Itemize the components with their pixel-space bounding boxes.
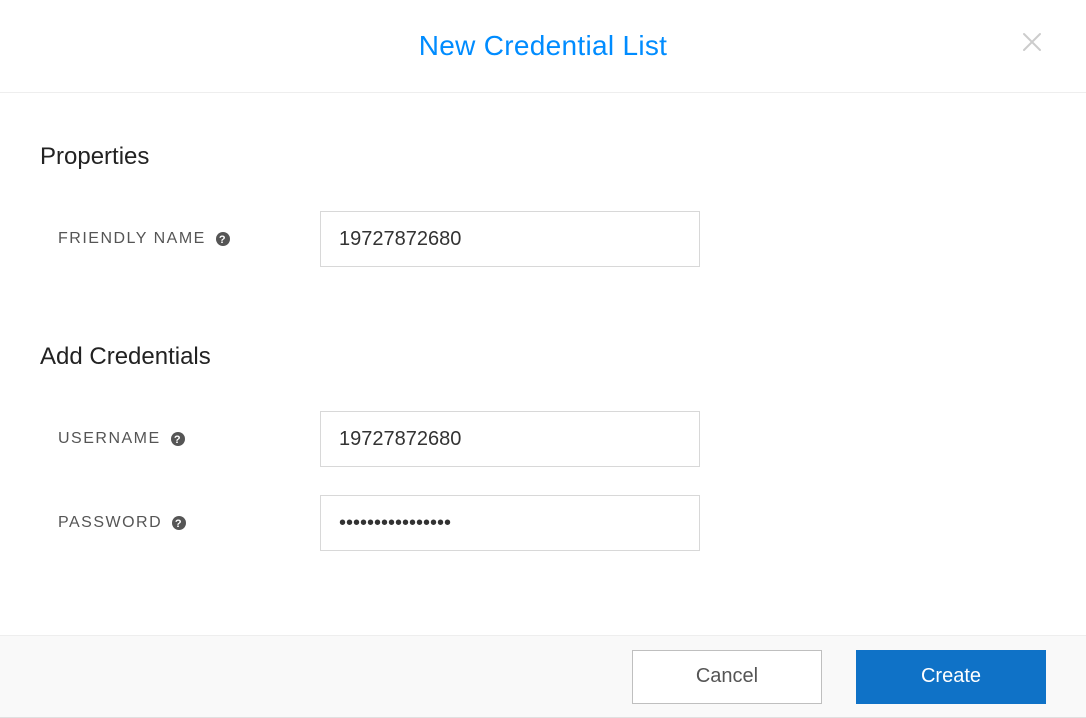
modal-footer: Cancel Create — [0, 635, 1086, 717]
question-circle-icon: ? — [170, 431, 186, 447]
modal-title: New Credential List — [419, 30, 667, 62]
password-input[interactable] — [320, 495, 700, 551]
password-help[interactable]: ? — [170, 514, 188, 532]
friendly-name-input[interactable] — [320, 211, 700, 267]
close-icon — [1020, 30, 1044, 54]
username-label: USERNAME ? — [40, 430, 320, 448]
svg-text:?: ? — [174, 434, 182, 446]
friendly-name-row: FRIENDLY NAME ? — [40, 211, 1046, 267]
cancel-button[interactable]: Cancel — [632, 650, 822, 704]
svg-text:?: ? — [219, 234, 227, 246]
friendly-name-help[interactable]: ? — [214, 230, 232, 248]
svg-text:?: ? — [175, 518, 183, 530]
close-button[interactable] — [1018, 28, 1046, 56]
password-row: PASSWORD ? — [40, 495, 1046, 551]
modal-body: Properties FRIENDLY NAME ? Add Credentia… — [0, 93, 1086, 635]
friendly-name-label-text: FRIENDLY NAME — [58, 230, 206, 248]
new-credential-list-modal: New Credential List Properties FRIENDLY … — [0, 0, 1086, 718]
credentials-heading: Add Credentials — [40, 343, 1046, 371]
question-circle-icon: ? — [215, 231, 231, 247]
modal-header: New Credential List — [0, 0, 1086, 93]
username-input[interactable] — [320, 411, 700, 467]
username-label-text: USERNAME — [58, 430, 161, 448]
password-label-text: PASSWORD — [58, 514, 162, 532]
question-circle-icon: ? — [171, 515, 187, 531]
properties-heading: Properties — [40, 143, 1046, 171]
friendly-name-label: FRIENDLY NAME ? — [40, 230, 320, 248]
create-button[interactable]: Create — [856, 650, 1046, 704]
username-help[interactable]: ? — [169, 430, 187, 448]
password-label: PASSWORD ? — [40, 514, 320, 532]
username-row: USERNAME ? — [40, 411, 1046, 467]
